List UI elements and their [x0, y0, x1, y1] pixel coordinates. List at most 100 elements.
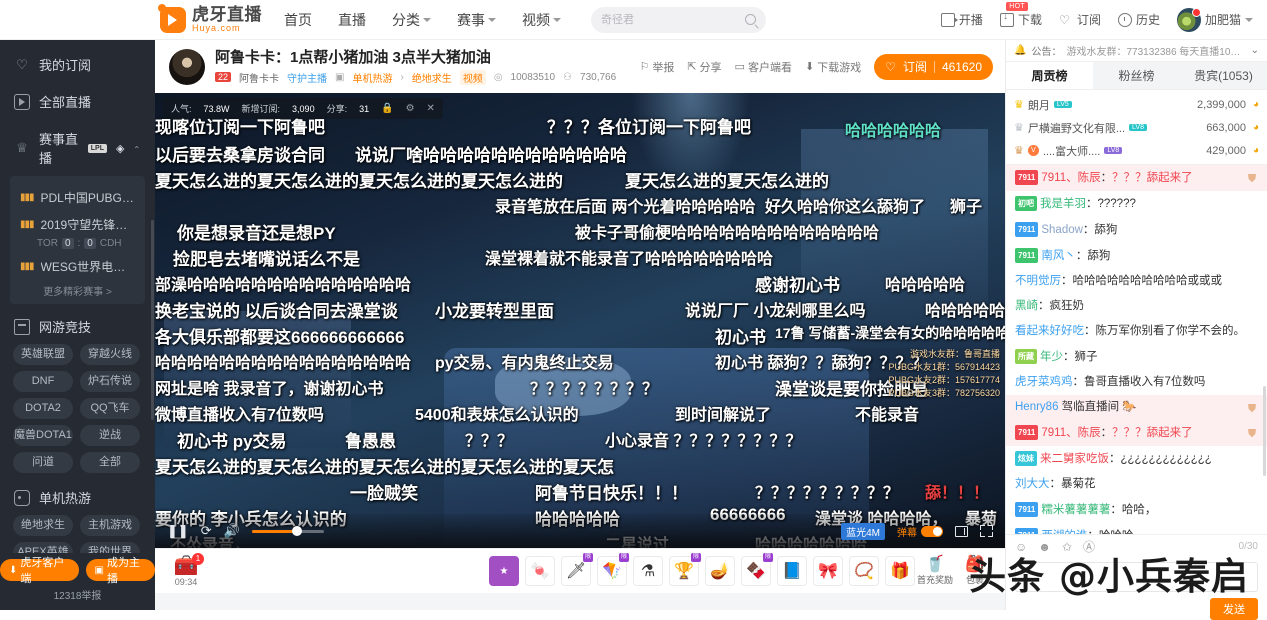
- shield-icon[interactable]: ⛊: [1244, 400, 1260, 418]
- chat-user-name[interactable]: 虎牙菜鸡鸡: [1015, 376, 1073, 388]
- volume-knob[interactable]: [291, 526, 302, 536]
- chat-user-name[interactable]: 黑崎: [1015, 300, 1038, 312]
- chat-user-name[interactable]: 7911、陈辰: [1041, 172, 1100, 184]
- chip-lol[interactable]: 英雄联盟: [13, 344, 73, 365]
- search-box[interactable]: [591, 6, 766, 33]
- tab-weekly-rank[interactable]: 周贡榜: [1006, 62, 1093, 89]
- chat-user-name[interactable]: Shadow: [1041, 224, 1083, 236]
- download-button[interactable]: HOT 下载: [999, 2, 1042, 28]
- chat-user-name[interactable]: 西湖的谁: [1041, 530, 1087, 534]
- chat-user-name[interactable]: 不明觉厉: [1015, 275, 1061, 287]
- lock-icon[interactable]: 🔒: [381, 103, 393, 114]
- subscribe-button[interactable]: ♡ 订阅 461620: [874, 53, 993, 80]
- chat-input[interactable]: [1015, 562, 1258, 592]
- chip-wendao[interactable]: 问道: [13, 452, 73, 473]
- chip-dnf[interactable]: DNF: [13, 371, 73, 392]
- candy-gift[interactable]: 🍬: [525, 556, 555, 586]
- chip-hearthstone[interactable]: 炉石传说: [80, 371, 140, 392]
- theater-mode-icon[interactable]: [955, 525, 968, 537]
- treasure-chest[interactable]: 1 🧰 09:34: [165, 552, 207, 587]
- watch-in-client-button[interactable]: ▭ 客户端看: [735, 59, 792, 75]
- tab-fans-rank[interactable]: 粉丝榜: [1093, 62, 1180, 89]
- category-parent-link[interactable]: 单机热游: [352, 70, 392, 85]
- shield-icon[interactable]: ⛊: [1244, 170, 1260, 188]
- sidebar-item-match-live[interactable]: ♕ 赛事直播 LPL ◈ ⌄: [0, 120, 155, 176]
- danmaku-switch[interactable]: [921, 525, 943, 537]
- trophy-gift[interactable]: 🏆 限: [669, 553, 701, 586]
- fan-gift[interactable]: 🪁 限: [597, 553, 629, 586]
- tab-vip[interactable]: 贵宾(1053): [1180, 62, 1267, 89]
- chat-user-name[interactable]: 糯米薯薯薯薯: [1041, 504, 1110, 516]
- search-icon[interactable]: [745, 14, 756, 25]
- font-color-icon[interactable]: Ⓐ: [1083, 538, 1095, 555]
- chat-user-name[interactable]: 刘大大: [1015, 478, 1050, 490]
- nav-item-video[interactable]: 视频: [522, 10, 561, 30]
- sidebar-scrollbar[interactable]: [151, 220, 154, 420]
- video-player[interactable]: 人气: 73.8W 新增订阅: 3,090 分享: 31 🔒 ⚙ ✕ 游戏水友群…: [155, 93, 1005, 548]
- chip-qqspeed[interactable]: QQ飞车: [80, 398, 140, 419]
- rank-row[interactable]: ♛ V ....富大师.... LV8 429,000 ◕: [1014, 139, 1259, 162]
- download-game-button[interactable]: ⬇ 下载游戏: [805, 59, 861, 75]
- become-streamer-button[interactable]: ▣ 成为主播: [85, 557, 155, 585]
- chat-user-name[interactable]: 来二舅家吃饭: [1040, 453, 1109, 465]
- more-matches-link[interactable]: 更多精彩赛事 >: [10, 280, 145, 298]
- close-icon[interactable]: ✕: [427, 103, 435, 114]
- pause-icon[interactable]: ❚❚: [167, 523, 189, 539]
- gear-icon[interactable]: ⚙: [406, 103, 415, 114]
- chat-user-name[interactable]: 年少: [1040, 351, 1063, 363]
- chat-user-name[interactable]: 看起来好好吃: [1015, 325, 1084, 337]
- category-child-link[interactable]: 绝地求生: [412, 70, 452, 85]
- bag-button[interactable]: 🎒 包裹: [955, 556, 995, 586]
- nav-item-category[interactable]: 分类: [392, 10, 431, 30]
- streamer-avatar[interactable]: [169, 48, 205, 85]
- report-button[interactable]: ⚐ 举报: [639, 59, 674, 75]
- nav-item-home[interactable]: 首页: [284, 10, 312, 30]
- download-client-button[interactable]: ⬇ 虎牙客户端: [0, 557, 79, 585]
- chat-message-list[interactable]: 7911 7911、陈辰：？？？舔起来了 ⛊ 初吧 我是羊羽：?????? 7911 Sha…: [1006, 164, 1267, 534]
- box-gift[interactable]: 🎁: [885, 556, 915, 586]
- chocolate-gift[interactable]: 🍫 限: [741, 553, 773, 586]
- match-item-pdl[interactable]: ▮▮▮ PDL中国PUBG职业发展...: [10, 184, 145, 211]
- sword-gift[interactable]: 🗡 限: [561, 553, 593, 586]
- chat-user-name[interactable]: 我是羊羽: [1040, 198, 1086, 210]
- match-item-wesg[interactable]: ▮▮▮ WESG世界电竞运动会: [10, 253, 145, 280]
- chip-wardota1[interactable]: 魔兽DOTA1: [13, 425, 73, 446]
- rank-row[interactable]: ♛ 朗月 LV5 2,399,000 ◕: [1014, 93, 1259, 116]
- chat-scrollbar[interactable]: [1263, 386, 1266, 477]
- first-charge-reward-button[interactable]: 🥤 首充奖励: [915, 556, 955, 586]
- phone-gift[interactable]: 📿: [849, 556, 879, 586]
- history-button[interactable]: 历史: [1117, 11, 1160, 28]
- subscriptions-button[interactable]: ♡ 订阅: [1059, 11, 1101, 28]
- potion-gift[interactable]: ⚗: [633, 556, 663, 586]
- chip-all-online[interactable]: 全部: [80, 452, 140, 473]
- guard-streamer-link[interactable]: 守护主播: [287, 70, 327, 85]
- share-button[interactable]: ⇱ 分享: [687, 59, 721, 75]
- huya-logo[interactable]: 虎牙直播 Huya.com: [160, 6, 262, 33]
- chip-pubg[interactable]: 绝地求生: [13, 515, 73, 536]
- volume-icon[interactable]: 🔊: [224, 523, 240, 539]
- chip-cf[interactable]: 穿越火线: [80, 344, 140, 365]
- sidebar-item-my-subscriptions[interactable]: ♡ 我的订阅: [0, 46, 155, 83]
- lamp-gift[interactable]: 🪔: [705, 556, 735, 586]
- volume-slider[interactable]: [251, 526, 324, 536]
- chip-console[interactable]: 主机游戏: [80, 515, 140, 536]
- quality-selector[interactable]: 蓝光4M: [841, 522, 885, 540]
- nav-item-matches[interactable]: 赛事: [457, 10, 496, 30]
- shield-icon[interactable]: ⛊: [1244, 425, 1260, 443]
- chat-user-name[interactable]: 南风丶: [1041, 250, 1076, 262]
- chevron-up-icon[interactable]: ⌄: [133, 143, 141, 154]
- refresh-icon[interactable]: ⟳: [201, 523, 212, 539]
- announcement-bar[interactable]: 🔔 公告： 游戏水友群：773132386 每天直播10点到3点 ⌄: [1006, 40, 1267, 62]
- chevron-down-icon[interactable]: ⌄: [1251, 45, 1259, 56]
- danmaku-toggle[interactable]: 弹幕: [897, 524, 943, 539]
- nav-item-live[interactable]: 直播: [338, 10, 366, 30]
- rocket-gift[interactable]: 🎀: [813, 556, 843, 586]
- chat-user-name[interactable]: 7911、陈辰: [1041, 427, 1100, 439]
- search-input[interactable]: [601, 13, 745, 26]
- start-broadcast-button[interactable]: 开播: [940, 11, 983, 28]
- sidebar-item-all-live[interactable]: 全部直播: [0, 83, 155, 120]
- user-menu[interactable]: 加肥猫: [1176, 7, 1253, 32]
- book-gift[interactable]: 📘: [777, 556, 807, 586]
- chip-dota2[interactable]: DOTA2: [13, 398, 73, 419]
- send-button[interactable]: 发送: [1210, 598, 1258, 620]
